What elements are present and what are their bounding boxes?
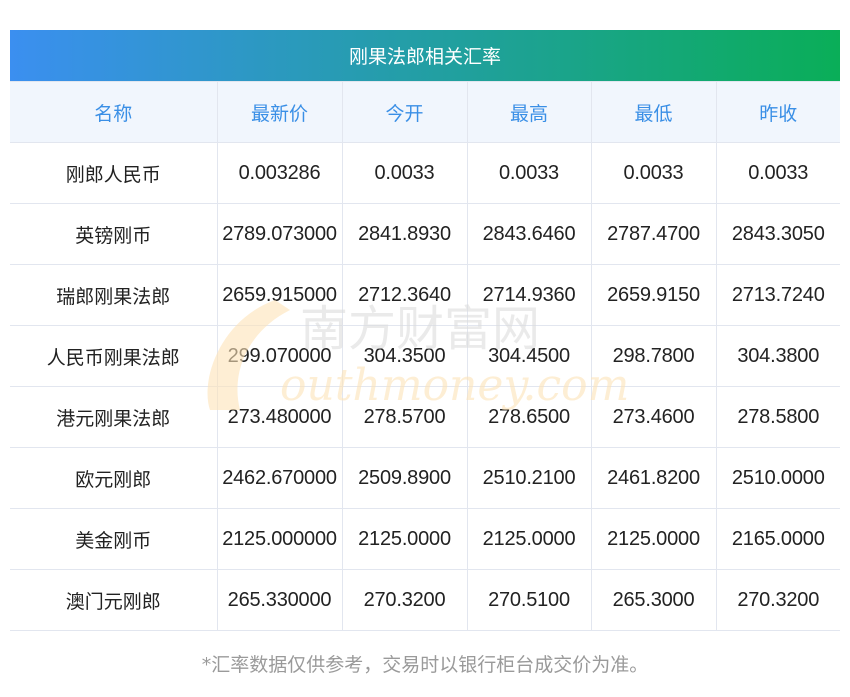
rate-cell: 273.480000	[216, 386, 343, 448]
exchange-rate-table: 名称 最新价 今开 最高 最低 昨收 刚郎人民币 0.003286 0.0033 0.0033 0…	[10, 81, 840, 631]
column-header: 最新价	[216, 81, 343, 143]
rate-cell: 2659.9150	[590, 264, 717, 326]
table-row: 美金刚币 2125.000000 2125.0000 2125.0000 2125.00…	[10, 508, 840, 570]
table-title: 刚果法郎相关汇率	[10, 30, 840, 81]
rate-cell: 2125.0000	[590, 508, 717, 570]
header-row: 名称 最新价 今开 最高 最低 昨收	[10, 81, 840, 143]
rate-cell: 2461.8200	[590, 447, 717, 509]
currency-pair-name: 刚郎人民币	[10, 142, 218, 204]
rate-cell: 270.3200	[341, 569, 468, 631]
table-row: 英镑刚币 2789.073000 2841.8930 2843.6460 2787.47…	[10, 203, 840, 265]
disclaimer-text: *汇率数据仅供参考，交易时以银行柜台成交价为准。	[201, 654, 649, 676]
rate-cell: 2165.0000	[715, 508, 840, 570]
column-header: 今开	[341, 81, 468, 143]
column-header: 最低	[590, 81, 717, 143]
rate-cell: 2125.0000	[466, 508, 592, 570]
table-row: 澳门元刚郎 265.330000 270.3200 270.5100 265.3000 2…	[10, 569, 840, 631]
rate-cell: 265.3000	[590, 569, 717, 631]
table-row: 刚郎人民币 0.003286 0.0033 0.0033 0.0033 0.0033	[10, 142, 840, 204]
rate-cell: 2841.8930	[341, 203, 468, 265]
rate-cell: 2843.3050	[715, 203, 840, 265]
rate-cell: 270.5100	[466, 569, 592, 631]
column-header: 名称	[10, 81, 218, 143]
rate-cell: 2510.2100	[466, 447, 592, 509]
rate-cell: 2509.8900	[341, 447, 468, 509]
currency-pair-name: 人民币刚果法郎	[10, 325, 218, 387]
currency-pair-name: 港元刚果法郎	[10, 386, 218, 448]
column-header: 最高	[466, 81, 592, 143]
currency-pair-name: 欧元刚郎	[10, 447, 218, 509]
rate-cell: 2510.0000	[715, 447, 840, 509]
rate-cell: 270.3200	[715, 569, 840, 631]
rate-cell: 2712.3640	[341, 264, 468, 326]
rate-cell: 2714.9360	[466, 264, 592, 326]
rate-cell: 2789.073000	[216, 203, 343, 265]
table-row: 欧元刚郎 2462.670000 2509.8900 2510.2100 2461.82…	[10, 447, 840, 509]
rate-cell: 304.3800	[715, 325, 840, 387]
rate-cell: 0.003286	[216, 142, 343, 204]
rate-cell: 299.070000	[216, 325, 343, 387]
table-row: 港元刚果法郎 273.480000 278.5700 278.6500 273.4600…	[10, 386, 840, 448]
column-header: 昨收	[715, 81, 840, 143]
rate-cell: 265.330000	[216, 569, 343, 631]
rate-cell: 278.6500	[466, 386, 592, 448]
rate-cell: 2125.0000	[341, 508, 468, 570]
rate-cell: 2125.000000	[216, 508, 343, 570]
rate-cell: 0.0033	[341, 142, 468, 204]
rate-cell: 0.0033	[715, 142, 840, 204]
rate-cell: 298.7800	[590, 325, 717, 387]
table-row: 瑞郎刚果法郎 2659.915000 2712.3640 2714.9360 2659.…	[10, 264, 840, 326]
rate-cell: 278.5700	[341, 386, 468, 448]
rate-cell: 273.4600	[590, 386, 717, 448]
currency-pair-name: 英镑刚币	[10, 203, 218, 265]
rate-cell: 2787.4700	[590, 203, 717, 265]
currency-pair-name: 美金刚币	[10, 508, 218, 570]
rate-cell: 0.0033	[590, 142, 717, 204]
table-row: 人民币刚果法郎 299.070000 304.3500 304.4500 298.780…	[10, 325, 840, 387]
rate-cell: 2713.7240	[715, 264, 840, 326]
rate-cell: 304.4500	[466, 325, 592, 387]
rate-cell: 2659.915000	[216, 264, 343, 326]
rate-cell: 0.0033	[466, 142, 592, 204]
rate-cell: 2843.6460	[466, 203, 592, 265]
currency-pair-name: 瑞郎刚果法郎	[10, 264, 218, 326]
rate-cell: 2462.670000	[216, 447, 343, 509]
currency-pair-name: 澳门元刚郎	[10, 569, 218, 631]
rate-cell: 304.3500	[341, 325, 468, 387]
rate-cell: 278.5800	[715, 386, 840, 448]
